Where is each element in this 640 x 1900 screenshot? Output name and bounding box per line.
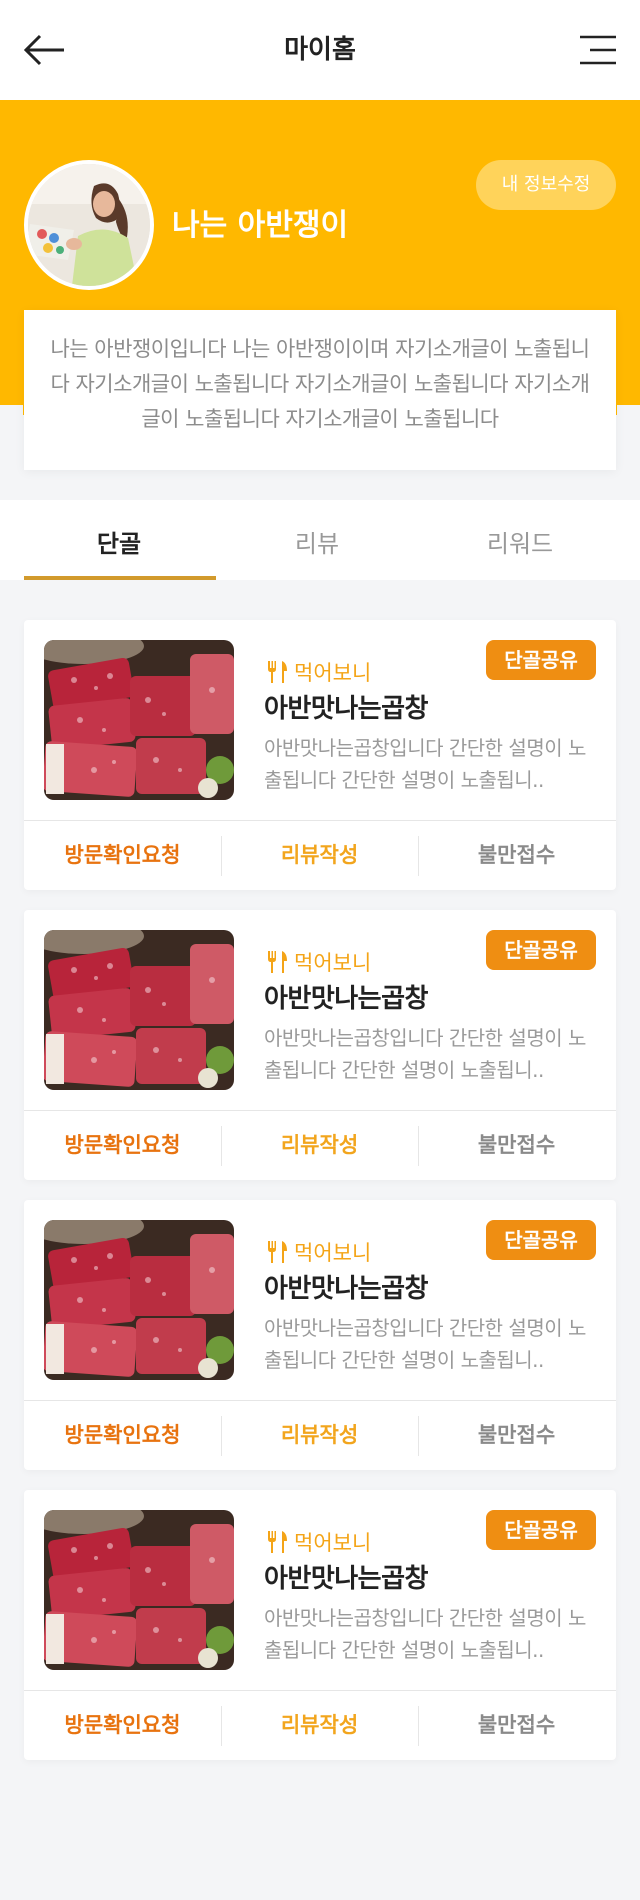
category-row: 먹어보니 — [264, 948, 371, 976]
intro-card: 나는 아반쟁이입니다 나는 아반쟁이이며 자기소개글이 노출됩니다 자기소개글이… — [24, 310, 616, 470]
store-thumbnail — [44, 640, 234, 800]
visit-confirm-button[interactable]: 방문확인요청 — [24, 1690, 221, 1760]
complaint-button[interactable]: 불만접수 — [418, 1690, 615, 1760]
complaint-button[interactable]: 불만접수 — [418, 1400, 615, 1470]
fork-knife-icon — [268, 661, 287, 683]
menu-button[interactable] — [576, 30, 616, 70]
visit-confirm-button[interactable]: 방문확인요청 — [24, 1400, 221, 1470]
profile-photo — [28, 164, 150, 286]
write-review-button[interactable]: 리뷰작성 — [221, 820, 418, 890]
category-label: 먹어보니 — [294, 951, 372, 975]
app-header: 마이홈 — [0, 0, 640, 100]
tab-active-indicator — [24, 576, 216, 580]
store-thumbnail — [44, 930, 234, 1090]
regular-share-badge[interactable]: 단골공유 — [486, 640, 596, 680]
store-description: 아반맛나는곱창입니다 간단한 설명이 노출됩니다 간단한 설명이 노출됩니.. — [264, 1026, 586, 1082]
meat-photo — [44, 1510, 234, 1670]
store-description: 아반맛나는곱창입니다 간단한 설명이 노출됩니다 간단한 설명이 노출됩니.. — [264, 1316, 586, 1372]
tab-bar: 단골 리뷰 리워드 — [0, 500, 640, 580]
arrow-left-icon — [23, 34, 64, 66]
write-review-button[interactable]: 리뷰작성 — [221, 1690, 418, 1760]
store-card[interactable]: 단골공유 먹어보니 아반맛나는곱창 아반맛나는곱창입니다 간단한 설명이 노출됩… — [24, 620, 616, 890]
store-description: 아반맛나는곱창입니다 간단한 설명이 노출됩니다 간단한 설명이 노출됩니.. — [264, 736, 586, 792]
hamburger-menu-icon — [580, 35, 616, 65]
edit-profile-button[interactable]: 내 정보수정 — [476, 160, 616, 210]
back-button[interactable] — [23, 30, 68, 70]
complaint-button[interactable]: 불만접수 — [418, 1110, 615, 1180]
tab-regulars[interactable]: 단골 — [24, 500, 214, 580]
meat-photo — [44, 1220, 234, 1380]
tab-reviews[interactable]: 리뷰 — [222, 500, 412, 580]
avatar — [24, 160, 154, 290]
store-name: 아반맛나는곱창 — [264, 984, 428, 1014]
store-name: 아반맛나는곱창 — [264, 1274, 428, 1304]
category-row: 먹어보니 — [264, 1238, 371, 1266]
profile-nickname: 나는 아반쟁이 — [172, 208, 349, 243]
store-thumbnail — [44, 1220, 234, 1380]
visit-confirm-button[interactable]: 방문확인요청 — [24, 1110, 221, 1180]
store-thumbnail — [44, 1510, 234, 1670]
store-description: 아반맛나는곱창입니다 간단한 설명이 노출됩니다 간단한 설명이 노출됩니.. — [264, 1606, 586, 1662]
regular-share-badge[interactable]: 단골공유 — [486, 1220, 596, 1260]
category-row: 먹어보니 — [264, 658, 371, 686]
write-review-button[interactable]: 리뷰작성 — [221, 1400, 418, 1470]
regular-share-badge[interactable]: 단골공유 — [486, 930, 596, 970]
meat-photo — [44, 930, 234, 1090]
fork-knife-icon — [268, 1241, 287, 1263]
page-title: 마이홈 — [284, 35, 356, 65]
category-label: 먹어보니 — [294, 661, 372, 685]
regular-share-badge[interactable]: 단골공유 — [486, 1510, 596, 1550]
category-label: 먹어보니 — [294, 1241, 372, 1265]
store-name: 아반맛나는곱창 — [264, 1564, 428, 1594]
write-review-button[interactable]: 리뷰작성 — [221, 1110, 418, 1180]
complaint-button[interactable]: 불만접수 — [418, 820, 615, 890]
fork-knife-icon — [268, 1531, 287, 1553]
visit-confirm-button[interactable]: 방문확인요청 — [24, 820, 221, 890]
category-label: 먹어보니 — [294, 1531, 372, 1555]
store-card[interactable]: 단골공유 먹어보니 아반맛나는곱창 아반맛나는곱창입니다 간단한 설명이 노출됩… — [24, 910, 616, 1180]
store-name: 아반맛나는곱창 — [264, 694, 428, 724]
meat-photo — [44, 640, 234, 800]
tab-rewards[interactable]: 리워드 — [425, 500, 615, 580]
intro-text: 나는 아반쟁이입니다 나는 아반쟁이이며 자기소개글이 노출됩니다 자기소개글이… — [50, 337, 590, 431]
fork-knife-icon — [268, 951, 287, 973]
store-card[interactable]: 단골공유 먹어보니 아반맛나는곱창 아반맛나는곱창입니다 간단한 설명이 노출됩… — [24, 1200, 616, 1470]
category-row: 먹어보니 — [264, 1528, 371, 1556]
store-card[interactable]: 단골공유 먹어보니 아반맛나는곱창 아반맛나는곱창입니다 간단한 설명이 노출됩… — [24, 1490, 616, 1760]
